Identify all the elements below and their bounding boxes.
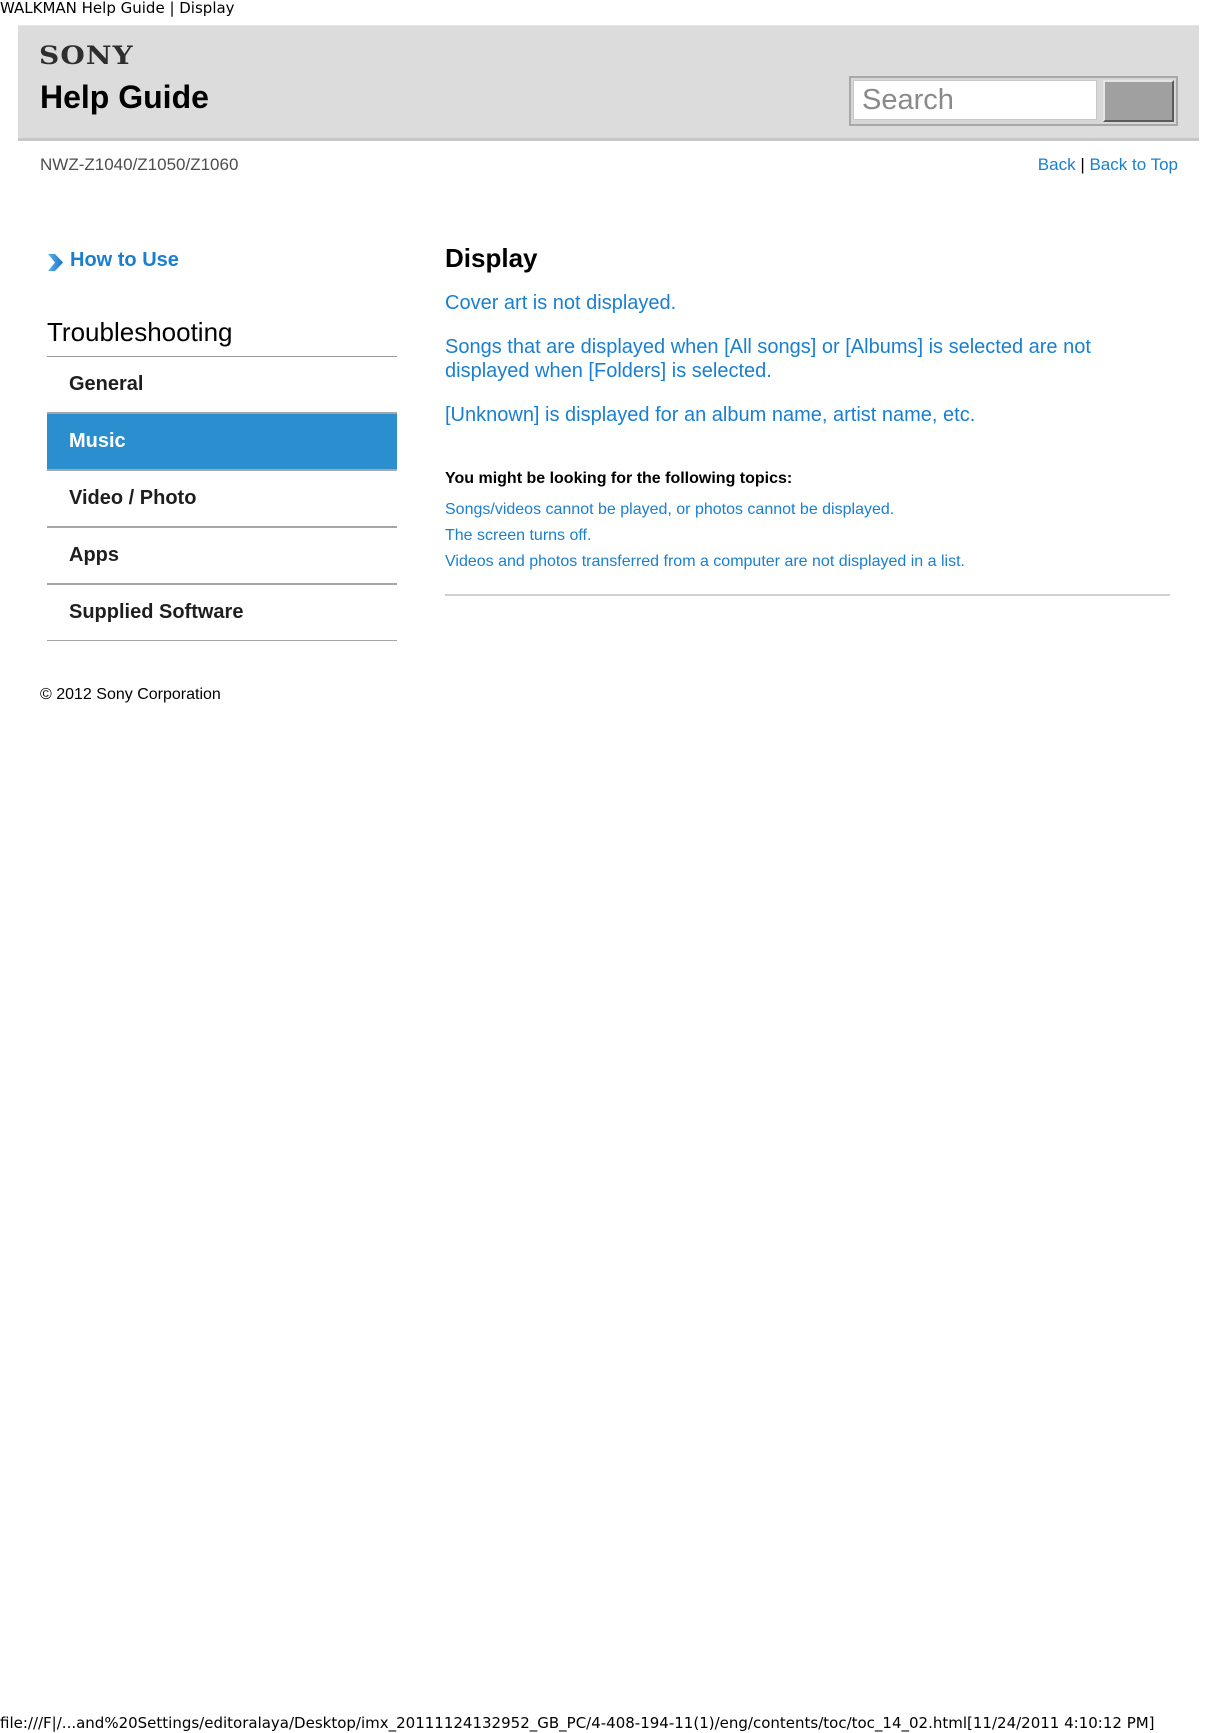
link-separator: | <box>1080 155 1085 174</box>
sidebar-item-supplied-software[interactable]: Supplied Software <box>47 585 397 641</box>
main-content: Display Cover art is not displayed. Song… <box>445 243 1170 596</box>
sidebar-how-to-use[interactable]: How to Use <box>47 245 397 275</box>
troubleshooting-nav: General Music Video / Photo Apps Supplie… <box>47 357 397 641</box>
sidebar-item-label: General <box>69 373 144 395</box>
header: SONY Help Guide <box>18 25 1199 141</box>
search-button[interactable] <box>1103 80 1174 122</box>
sidebar-item-label: Apps <box>69 544 119 566</box>
topic-link[interactable]: [Unknown] is displayed for an album name… <box>445 403 1170 427</box>
search-input[interactable] <box>853 80 1097 120</box>
topic-list: Cover art is not displayed. Songs that a… <box>445 291 1170 427</box>
search-form <box>849 76 1178 126</box>
how-to-use-link[interactable]: How to Use <box>70 249 179 272</box>
related-topics-list: Songs/videos cannot be played, or photos… <box>445 497 1170 575</box>
sidebar-item-video-photo[interactable]: Video / Photo <box>47 471 397 528</box>
sidebar-item-label: Video / Photo <box>69 487 197 509</box>
sidebar-item-apps[interactable]: Apps <box>47 528 397 585</box>
related-topics-heading: You might be looking for the following t… <box>445 470 793 487</box>
sidebar-item-label: Music <box>69 430 126 452</box>
file-path-footer: file:///F|/...and%20Settings/editoralaya… <box>0 1714 1155 1732</box>
site-title: Help Guide <box>40 79 209 115</box>
sidebar: How to Use Troubleshooting General Music… <box>47 245 397 641</box>
related-topic-link[interactable]: Songs/videos cannot be played, or photos… <box>445 497 1170 523</box>
back-to-top-link[interactable]: Back to Top <box>1089 155 1178 174</box>
page-navigation: Back | Back to Top <box>1038 155 1178 175</box>
window-title: WALKMAN Help Guide | Display <box>0 0 235 17</box>
troubleshooting-heading: Troubleshooting <box>47 317 397 357</box>
sidebar-item-general[interactable]: General <box>47 357 397 414</box>
content-divider <box>445 594 1170 596</box>
chevron-right-icon <box>48 254 63 271</box>
topic-link[interactable]: Songs that are displayed when [All songs… <box>445 335 1170 383</box>
model-number: NWZ-Z1040/Z1050/Z1060 <box>40 155 239 174</box>
sidebar-item-music[interactable]: Music <box>47 414 397 471</box>
sidebar-item-label: Supplied Software <box>69 601 244 623</box>
sony-logo: SONY <box>39 41 134 70</box>
related-topic-link[interactable]: The screen turns off. <box>445 523 1170 549</box>
page-title: Display <box>445 243 538 273</box>
copyright: © 2012 Sony Corporation <box>40 686 221 703</box>
back-link[interactable]: Back <box>1038 155 1076 174</box>
related-topic-link[interactable]: Videos and photos transferred from a com… <box>445 549 1170 575</box>
topic-link[interactable]: Cover art is not displayed. <box>445 291 1170 315</box>
